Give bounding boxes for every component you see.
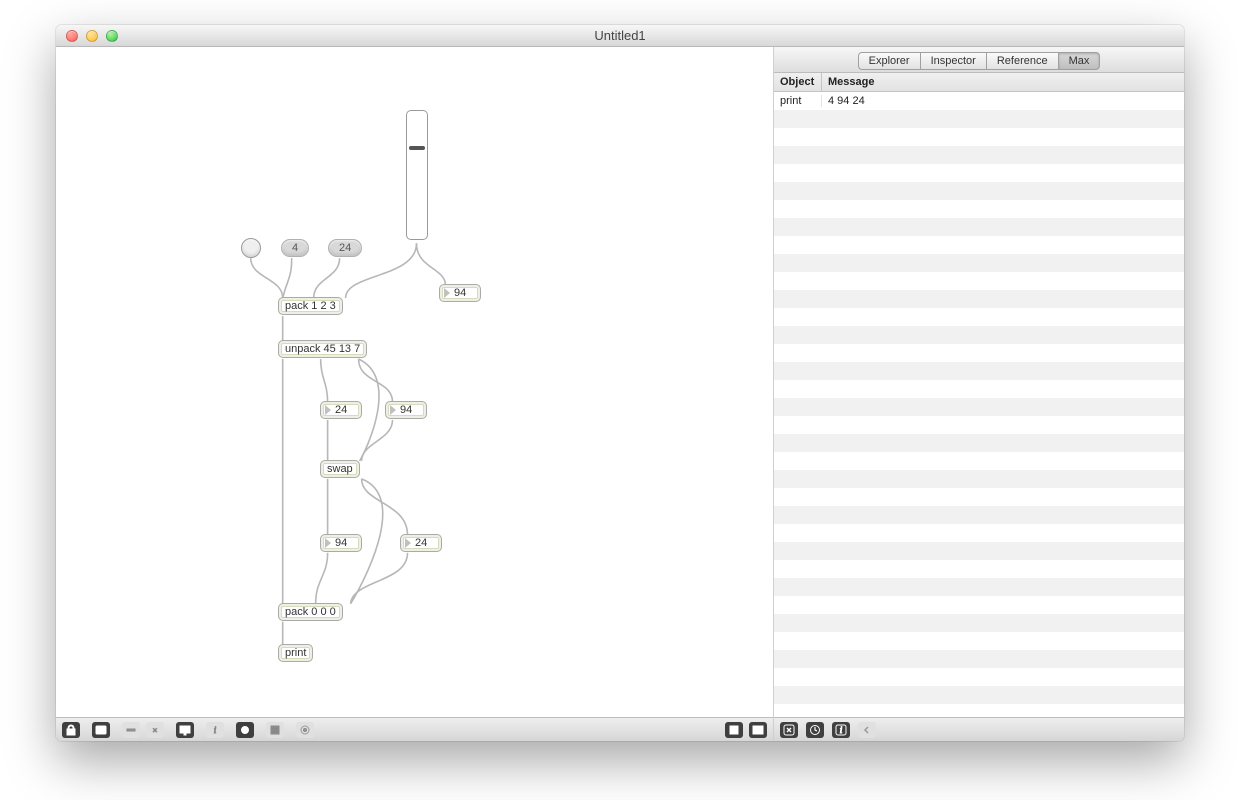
minimize-icon[interactable] <box>86 30 98 42</box>
info-icon[interactable]: i <box>206 722 224 738</box>
object-unpack[interactable]: unpack 45 13 7 <box>278 340 367 358</box>
console-row[interactable]: print 4 94 24 <box>774 92 1184 110</box>
object-swap[interactable]: swap <box>320 460 360 478</box>
new-object-icon[interactable] <box>92 722 110 738</box>
presentation-icon[interactable] <box>176 722 194 738</box>
vertical-slider[interactable] <box>406 110 428 240</box>
clear-console-icon[interactable] <box>780 722 798 738</box>
console-head-message: Message <box>822 73 1184 91</box>
zoom-icon[interactable] <box>106 30 118 42</box>
inspect-icon[interactable]: i <box>832 722 850 738</box>
tab-explorer[interactable]: Explorer <box>858 52 921 70</box>
tab-max[interactable]: Max <box>1058 52 1101 70</box>
number-box-unpack-right[interactable]: 94 <box>385 401 427 419</box>
svg-text:×: × <box>153 726 158 735</box>
message-box-4[interactable]: 4 <box>281 239 309 257</box>
split-view-icon[interactable] <box>749 722 767 738</box>
console-header: Object Message <box>774 73 1184 92</box>
zoom-reset-icon[interactable]: × <box>146 722 164 738</box>
console-body[interactable]: print 4 94 24 <box>774 92 1184 717</box>
app-window: Untitled1 <box>56 25 1184 741</box>
grid-icon[interactable] <box>266 722 284 738</box>
number-box-unpack-mid[interactable]: 24 <box>320 401 362 419</box>
window-title: Untitled1 <box>56 28 1184 43</box>
console-row-message: 4 94 24 <box>822 95 1184 107</box>
sidebar-tabbar: Explorer Inspector Reference Max <box>774 47 1184 73</box>
object-pack-0-0-0[interactable]: pack 0 0 0 <box>278 603 343 621</box>
patcher-panel: 4 24 94 pack 1 2 3 unpack 45 13 7 24 94 … <box>56 47 774 741</box>
svg-text:i: i <box>214 725 217 735</box>
number-box-swap-right[interactable]: 24 <box>400 534 442 552</box>
lock-icon[interactable] <box>62 722 80 738</box>
patcher-toolbar: × i <box>56 717 773 741</box>
object-pack-1-2-3[interactable]: pack 1 2 3 <box>278 297 343 315</box>
single-view-icon[interactable] <box>725 722 743 738</box>
window-titlebar[interactable]: Untitled1 <box>56 25 1184 47</box>
patcher-canvas[interactable]: 4 24 94 pack 1 2 3 unpack 45 13 7 24 94 … <box>56 47 773 717</box>
tab-reference[interactable]: Reference <box>986 52 1059 70</box>
console-head-object: Object <box>774 73 822 91</box>
zoom-out-icon[interactable] <box>122 722 140 738</box>
slider-knob[interactable] <box>409 146 425 150</box>
back-icon[interactable] <box>858 722 876 738</box>
schedule-icon[interactable] <box>296 722 314 738</box>
console-row-object: print <box>774 95 822 107</box>
dsp-icon[interactable] <box>236 722 254 738</box>
message-box-24[interactable]: 24 <box>328 239 362 257</box>
number-box-swap-left[interactable]: 94 <box>320 534 362 552</box>
object-print[interactable]: print <box>278 644 313 662</box>
history-icon[interactable] <box>806 722 824 738</box>
tab-inspector[interactable]: Inspector <box>920 52 987 70</box>
bang-button[interactable] <box>241 238 261 258</box>
sidebar-toolbar: i <box>774 717 1184 741</box>
close-icon[interactable] <box>66 30 78 42</box>
number-box-slider-out[interactable]: 94 <box>439 284 481 302</box>
sidebar-panel: Explorer Inspector Reference Max Object … <box>774 47 1184 741</box>
